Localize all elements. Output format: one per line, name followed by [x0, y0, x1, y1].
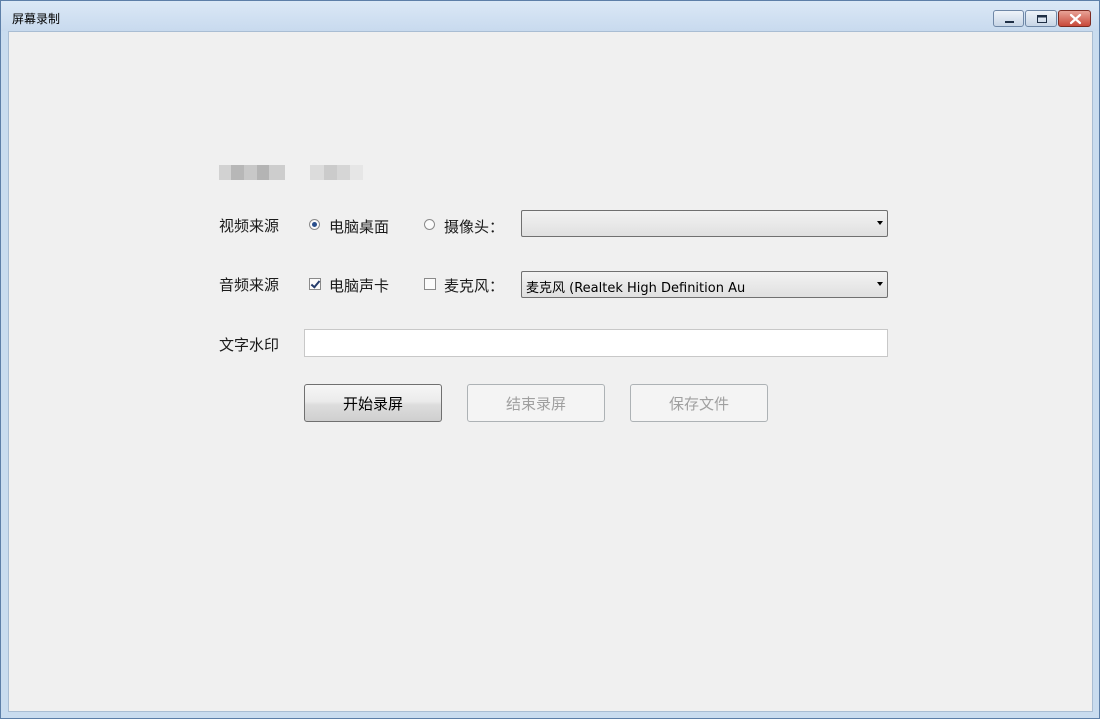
close-button[interactable]	[1058, 10, 1091, 27]
window-title: 屏幕录制	[12, 12, 61, 26]
camera-select[interactable]	[521, 210, 888, 237]
client-area: 视频来源 电脑桌面 摄像头： 音频来源 电脑声卡 麦克风： 麦克风 (Realt…	[8, 31, 1093, 712]
close-icon	[1069, 13, 1082, 25]
maximize-button[interactable]	[1025, 10, 1057, 27]
video-source-label: 视频来源	[219, 217, 280, 235]
microphone-select-value: 麦克风 (Realtek High Definition Au	[526, 281, 746, 296]
radio-camera[interactable]	[424, 219, 435, 230]
watermark-input[interactable]	[304, 329, 888, 357]
minimize-icon	[1005, 21, 1014, 23]
audio-source-label: 音频来源	[219, 276, 280, 294]
checkbox-microphone[interactable]	[424, 278, 436, 290]
microphone-select[interactable]: 麦克风 (Realtek High Definition Au	[521, 271, 888, 298]
radio-desktop[interactable]	[309, 219, 320, 230]
checkbox-soundcard-label[interactable]: 电脑声卡	[329, 275, 389, 296]
redacted-text-block	[310, 165, 363, 180]
app-window: 屏幕录制 视频来源 电脑桌面 摄像头： 音频来源 电脑声卡 麦克风： 麦克风 (…	[0, 0, 1100, 719]
checkbox-soundcard[interactable]	[309, 278, 321, 290]
chevron-down-icon	[877, 282, 883, 286]
maximize-icon	[1037, 15, 1047, 23]
save-file-button[interactable]: 保存文件	[630, 384, 768, 422]
checkbox-microphone-label[interactable]: 麦克风：	[444, 275, 504, 296]
redacted-text-block	[219, 165, 285, 180]
radio-desktop-label[interactable]: 电脑桌面	[329, 216, 389, 237]
stop-recording-button[interactable]: 结束录屏	[467, 384, 605, 422]
minimize-button[interactable]	[993, 10, 1024, 27]
chevron-down-icon	[877, 221, 883, 225]
start-recording-button[interactable]: 开始录屏	[304, 384, 442, 422]
title-bar[interactable]: 屏幕录制	[1, 1, 1099, 31]
watermark-label: 文字水印	[219, 336, 280, 354]
radio-camera-label[interactable]: 摄像头：	[444, 216, 504, 237]
